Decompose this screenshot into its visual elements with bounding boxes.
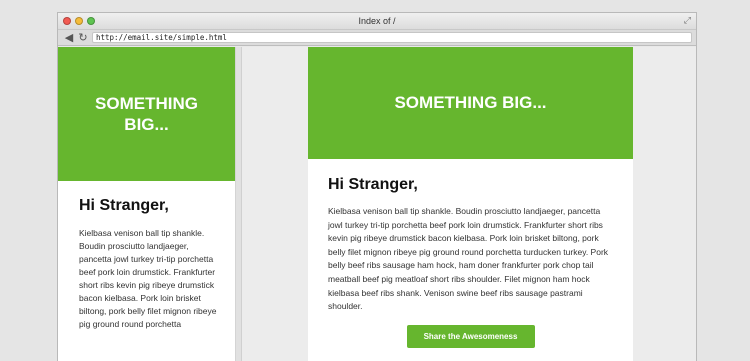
desktop-hero-title: SOMETHING BIG... (394, 93, 547, 112)
address-bar[interactable]: http://email.site/simple.html (92, 32, 692, 43)
reload-icon[interactable]: ↻ (76, 31, 90, 45)
mobile-greeting: Hi Stranger, (79, 197, 169, 214)
desktop-preview: SOMETHING BIG... Hi Stranger, Kielbasa v… (308, 47, 633, 361)
browser-window: Index of / ⤢ ◀ ↻ http://email.site/simpl… (57, 12, 697, 361)
window-title: Index of / (358, 16, 396, 26)
mobile-hero-title: SOMETHING BIG... (95, 94, 198, 134)
page-viewport: SOMETHING BIG... Hi Stranger, Kielbasa v… (58, 47, 696, 361)
fullscreen-icon[interactable]: ⤢ (684, 16, 691, 26)
desktop-body-text: Kielbasa venison ball tip shankle. Boudi… (328, 206, 609, 312)
browser-toolbar: ◀ ↻ http://email.site/simple.html (58, 30, 696, 46)
mobile-preview: SOMETHING BIG... Hi Stranger, Kielbasa v… (58, 47, 236, 361)
mobile-body-text: Kielbasa venison ball tip shankle. Boudi… (79, 228, 217, 329)
preview-divider (236, 47, 242, 361)
desktop-greeting: Hi Stranger, (328, 176, 418, 193)
title-bar: Index of / ⤢ (58, 13, 696, 30)
share-button[interactable]: Share the Awesomeness (406, 324, 535, 348)
mobile-content: Hi Stranger, Kielbasa venison ball tip s… (58, 181, 235, 331)
mobile-hero-banner: SOMETHING BIG... (58, 47, 235, 181)
back-arrow-icon[interactable]: ◀ (62, 31, 76, 45)
desktop-hero-banner: SOMETHING BIG... (308, 47, 633, 159)
cta-container: Share the Awesomeness (328, 324, 613, 348)
desktop-content: Hi Stranger, Kielbasa venison ball tip s… (308, 159, 633, 348)
